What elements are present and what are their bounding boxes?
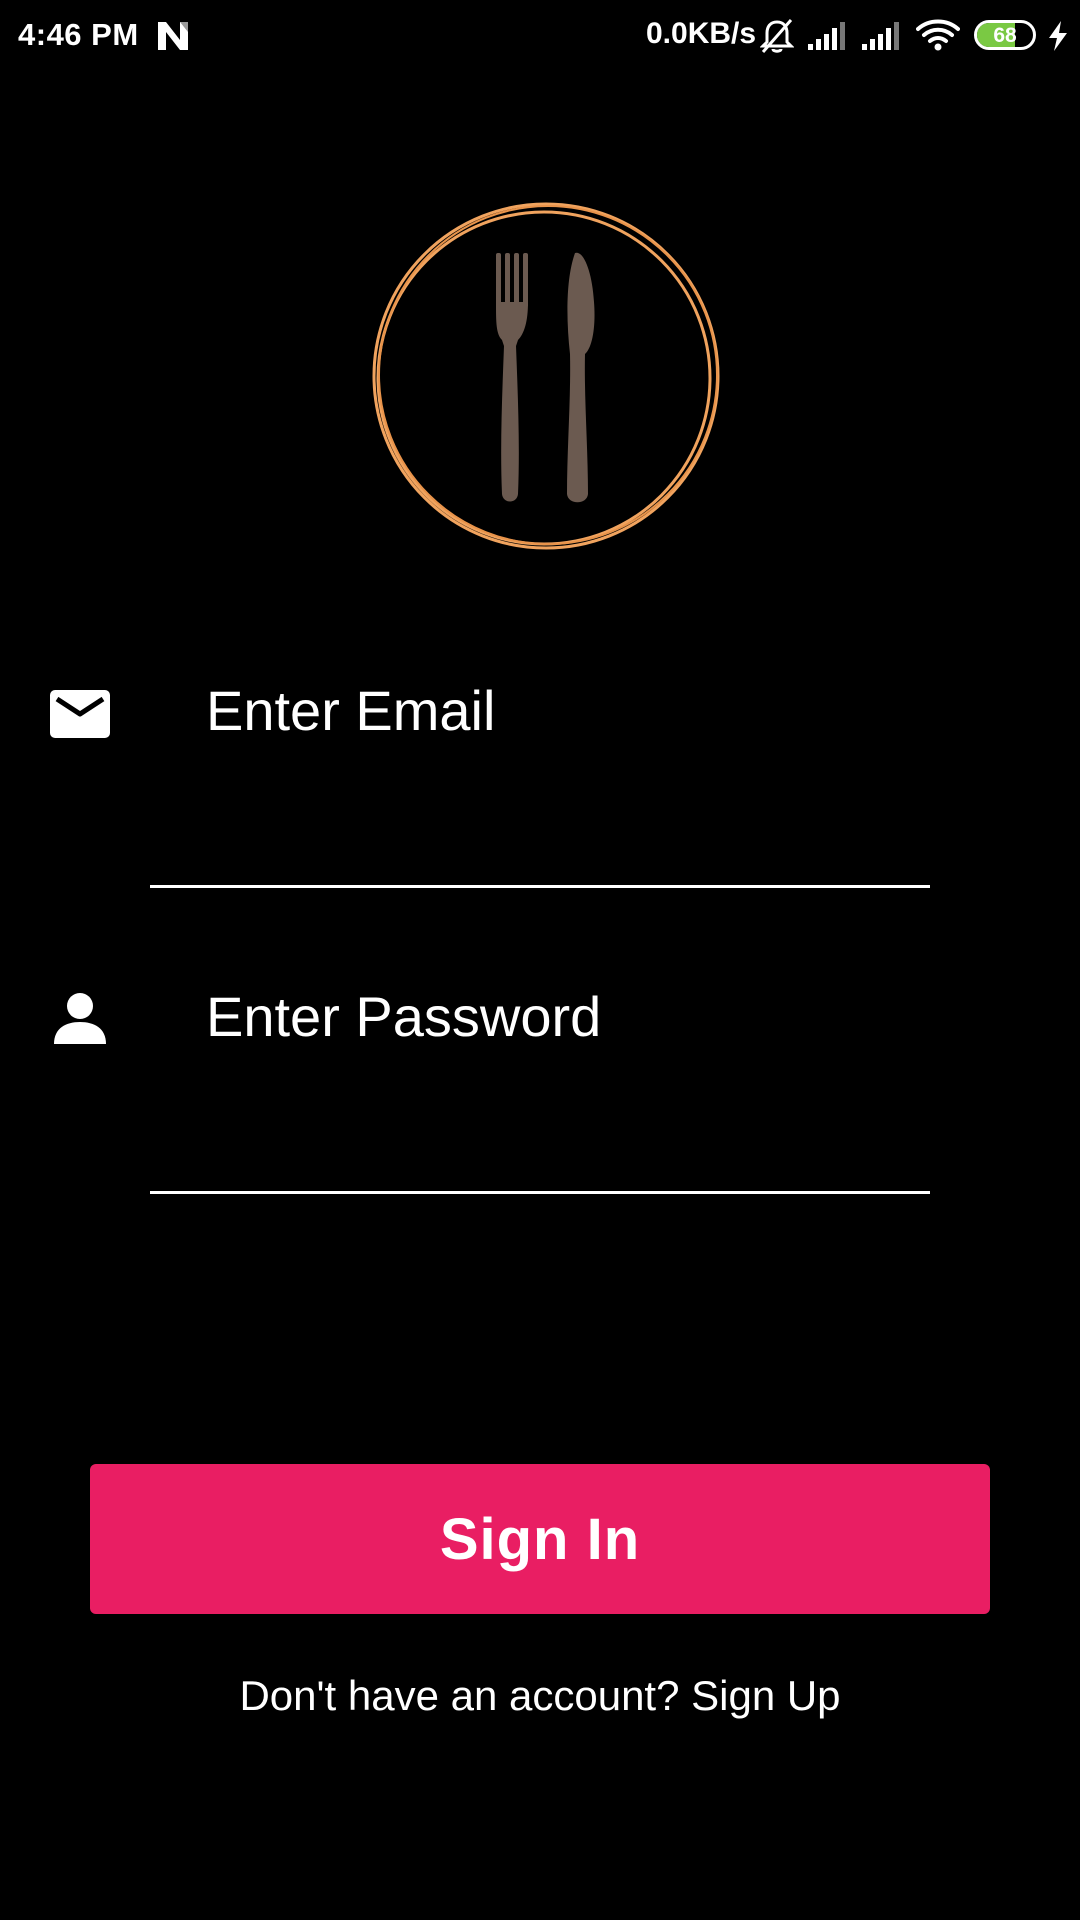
- signup-prompt: Don't have an account? Sign Up: [0, 1672, 1080, 1720]
- email-field[interactable]: [206, 670, 926, 750]
- sign-up-link[interactable]: Don't have an account? Sign Up: [239, 1672, 840, 1719]
- person-icon: [54, 993, 106, 1044]
- mail-icon: [50, 690, 110, 738]
- mute-icon: [760, 19, 794, 53]
- status-bar: 4:46 PM 0.0KB/s 68: [0, 0, 1080, 72]
- email-field-row: [0, 640, 1080, 888]
- password-field-row: [0, 946, 1080, 1194]
- battery-level: 68: [993, 24, 1017, 47]
- n-notification-icon: [158, 22, 188, 50]
- fork-knife-icon: [372, 202, 720, 550]
- password-underline: [150, 1191, 930, 1194]
- sign-in-button[interactable]: Sign In: [90, 1464, 990, 1614]
- network-speed: 0.0KB/s: [646, 17, 757, 50]
- password-field[interactable]: [206, 976, 926, 1056]
- charging-icon: [1049, 21, 1067, 51]
- email-underline: [150, 885, 930, 888]
- signal-icon: [862, 22, 899, 50]
- battery-icon: 68: [974, 20, 1036, 50]
- signal-icon: [808, 22, 845, 50]
- status-time: 4:46 PM: [18, 17, 139, 52]
- wifi-icon: [916, 19, 960, 51]
